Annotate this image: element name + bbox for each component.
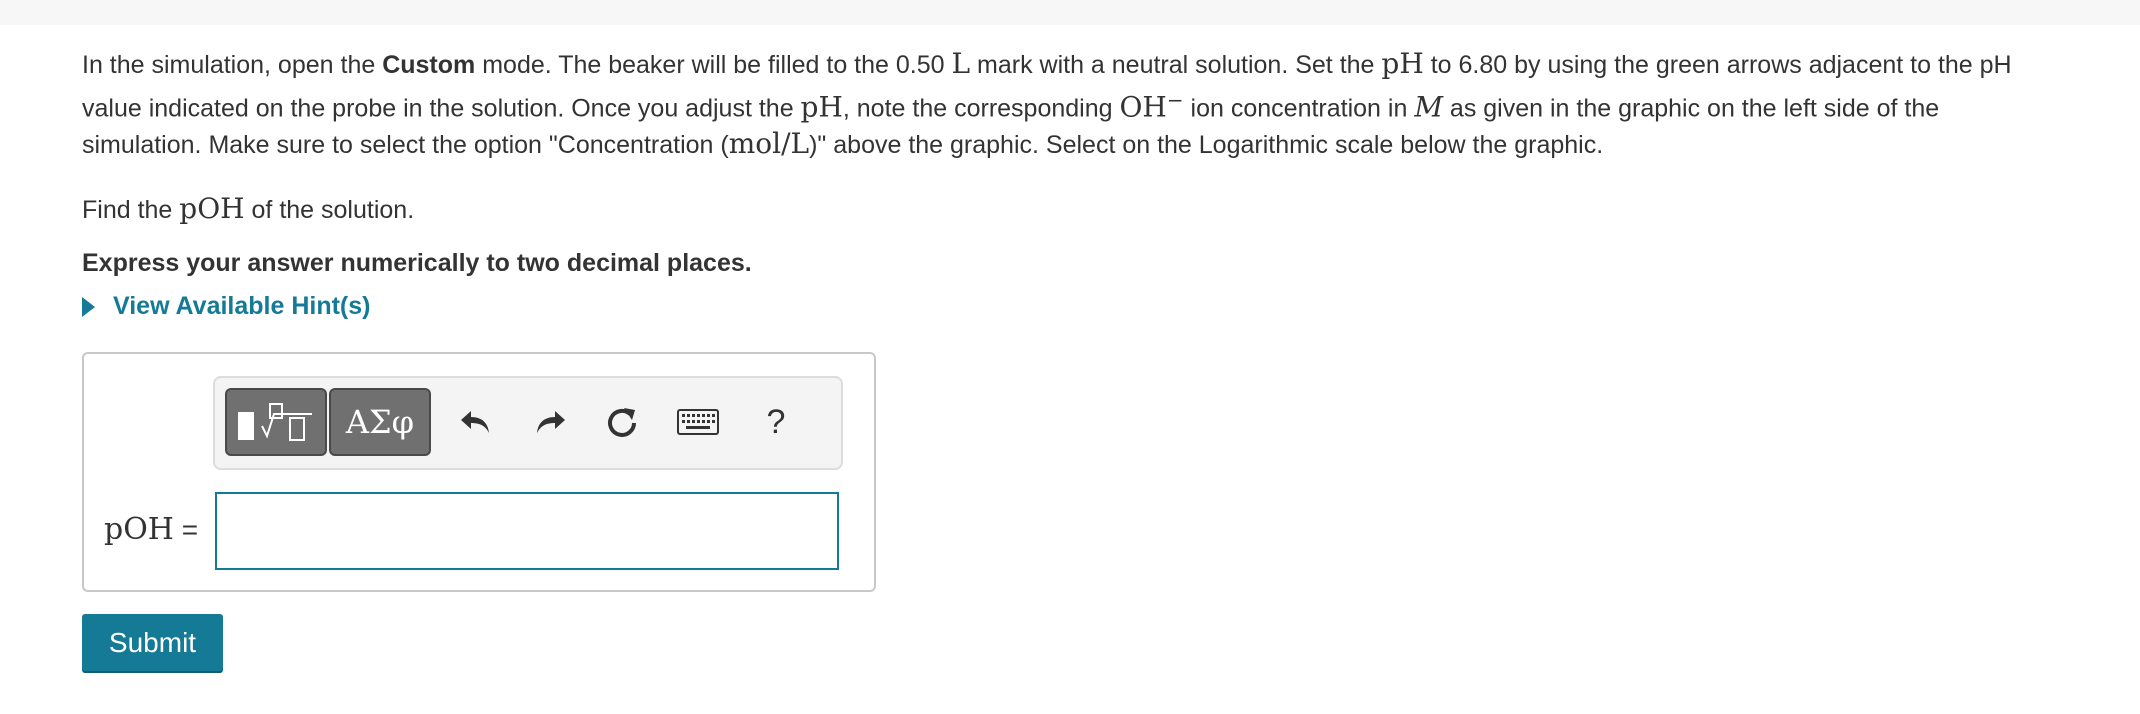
- problem-text-segment: mark with a neutral solution. Set the: [970, 51, 1382, 79]
- ph-symbol: pH: [800, 90, 843, 124]
- concentration-unit: mol/L: [728, 127, 810, 161]
- top-strip: [0, 0, 2140, 25]
- ph-symbol: pH: [1381, 47, 1424, 80]
- hydroxide-symbol: OH: [1119, 90, 1167, 124]
- problem-text-segment: mode. The beaker will be filled to the 0…: [475, 51, 952, 79]
- undo-icon[interactable]: [451, 398, 501, 446]
- problem-text-segment: to 6.80 by using the green arrows adjace…: [1423, 51, 2012, 79]
- liter-unit: L: [951, 47, 971, 80]
- help-icon: ?: [766, 402, 786, 441]
- answer-variable: pOH: [104, 512, 174, 547]
- refresh-icon: [608, 408, 636, 437]
- math-toolbar: ΑΣφ ?: [213, 376, 843, 470]
- answer-instruction: Express your answer numerically to two d…: [82, 249, 752, 278]
- problem-text-segment: as given in the graphic on the left side…: [1442, 94, 1940, 123]
- view-hints-link[interactable]: View Available Hint(s): [82, 292, 370, 321]
- problem-text-segment: In the simulation, open the: [82, 51, 383, 79]
- problem-text-segment: simulation. Make sure to select the opti…: [82, 131, 729, 160]
- reset-icon[interactable]: [597, 398, 647, 446]
- greek-symbols-button[interactable]: ΑΣφ: [329, 388, 431, 456]
- problem-text-segment: value indicated on the probe in the solu…: [82, 94, 801, 123]
- answer-equals: =: [173, 514, 199, 545]
- prompt-text-segment: of the solution.: [244, 196, 415, 225]
- problem-text-segment: )" above the graphic. Select on the Loga…: [809, 131, 1604, 160]
- prompt-text-segment: Find the: [82, 196, 180, 225]
- keyboard-icon[interactable]: [673, 398, 723, 446]
- problem-content: In the simulation, open the Custom mode.…: [82, 46, 2132, 281]
- submit-button[interactable]: Submit: [82, 614, 223, 671]
- problem-text-segment: ion concentration in: [1183, 94, 1415, 123]
- answer-box: ΑΣφ ? pOH =: [82, 352, 876, 592]
- problem-paragraph: In the simulation, open the Custom mode.…: [82, 46, 2132, 163]
- greek-symbols-label: ΑΣφ: [345, 403, 415, 441]
- help-button[interactable]: ?: [751, 398, 801, 446]
- answer-input[interactable]: [215, 492, 839, 570]
- keyboard-glyph-icon: [677, 409, 719, 435]
- templates-button[interactable]: [225, 388, 327, 456]
- problem-text-segment: , note the corresponding: [842, 94, 1120, 123]
- custom-mode-label: Custom: [382, 51, 476, 79]
- caret-right-icon: [82, 296, 95, 317]
- poh-symbol: pOH: [179, 192, 245, 226]
- charge-superscript: −: [1166, 88, 1184, 112]
- redo-icon[interactable]: [525, 398, 575, 446]
- undo-arrow-icon: [461, 411, 489, 433]
- molarity-symbol: M: [1414, 90, 1443, 124]
- redo-arrow-icon: [537, 411, 565, 433]
- view-hints-label: View Available Hint(s): [113, 292, 371, 320]
- answer-label: pOH =: [104, 512, 198, 547]
- question-prompt: Find the pOH of the solution.: [82, 191, 2132, 228]
- templates-icon: [238, 403, 312, 441]
